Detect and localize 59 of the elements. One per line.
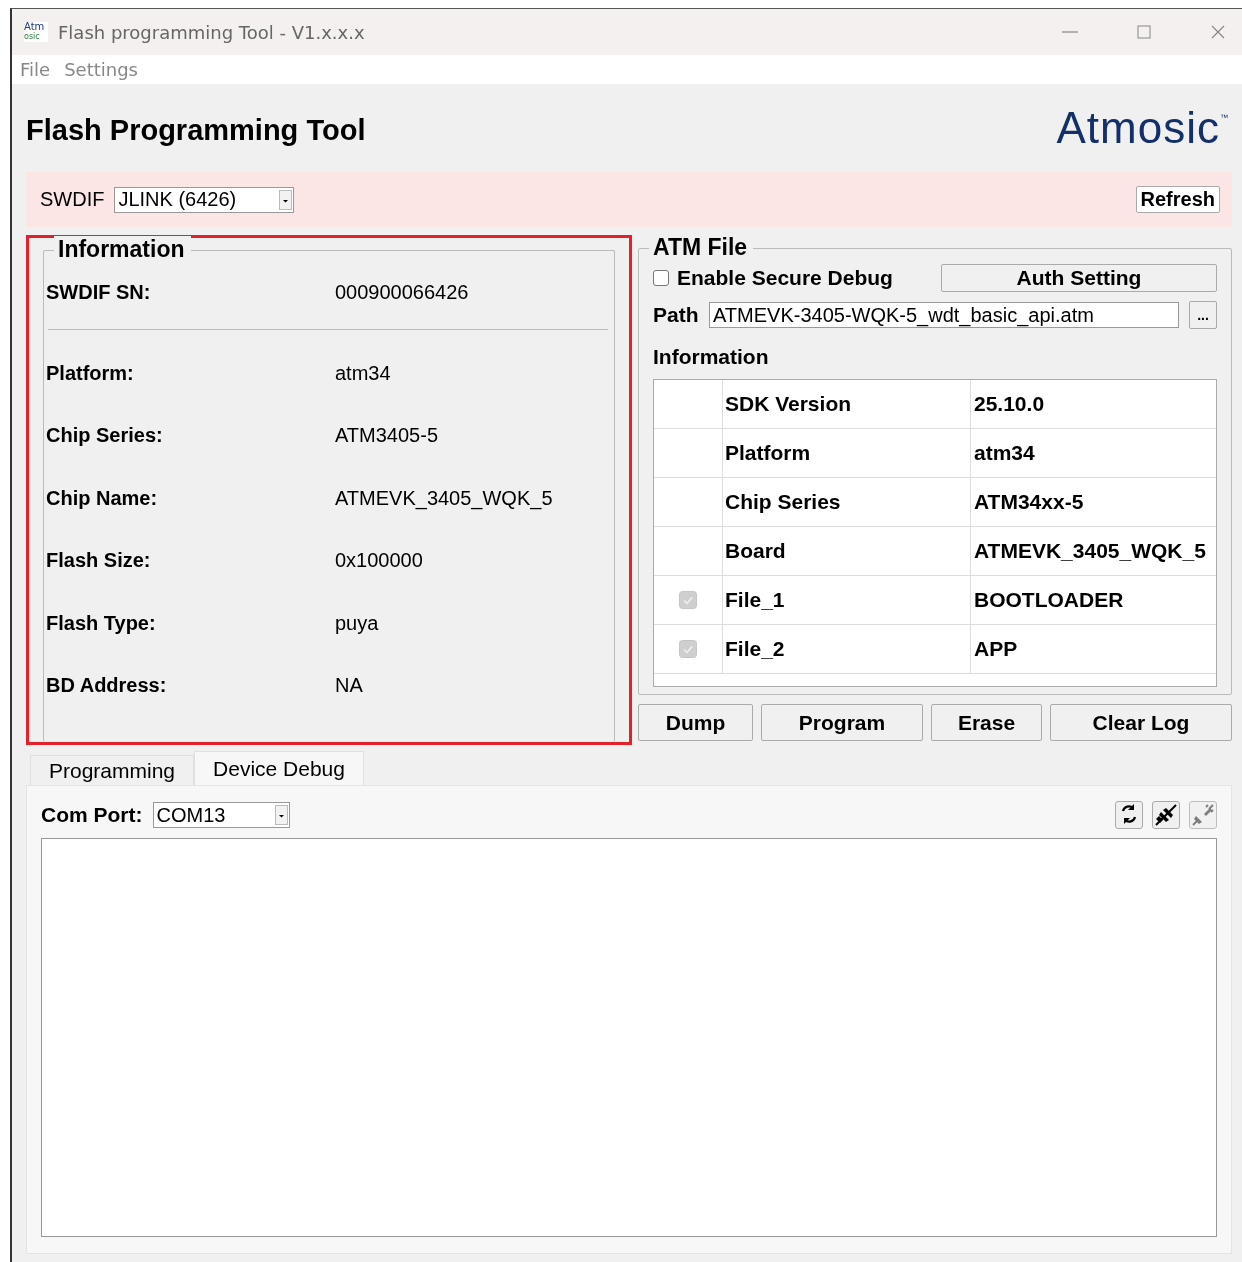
action-button[interactable]: Clear Log (1050, 704, 1232, 741)
field-label: Com Port: (41, 803, 143, 827)
plug-connected-icon (1153, 802, 1179, 828)
toolbar-button[interactable] (1115, 801, 1143, 829)
auth-setting-button[interactable]: Auth Setting (941, 264, 1217, 292)
close-icon (1210, 24, 1226, 40)
interface-dropdown[interactable]: JLINK (6426) (114, 186, 295, 213)
action-button[interactable]: Erase (931, 704, 1042, 741)
field-label: Platform: (46, 361, 135, 385)
table-cell-text: atm34 (973, 440, 1036, 466)
field-value: 0x100000 (335, 549, 423, 573)
table-cell-text: ATM34xx-5 (973, 489, 1085, 515)
action-button[interactable]: Dump (638, 704, 753, 741)
field-value: puya (335, 611, 379, 635)
browse-button[interactable]: ... (1189, 301, 1217, 329)
table-cell-text: BOOTLOADER (973, 587, 1125, 613)
app-logo: Atm osic (24, 22, 48, 42)
plug-disconnected-icon (1190, 802, 1216, 828)
com-port-dropdown[interactable]: COM13 (152, 802, 290, 828)
trademark: ™ (1220, 113, 1228, 122)
table-cell: Chip Series (723, 478, 971, 526)
maximize-icon (1136, 24, 1152, 40)
brand-logo: Atmosic (1056, 103, 1220, 153)
table-cell-text: 25.10.0 (973, 391, 1046, 417)
checkbox[interactable] (679, 591, 697, 609)
action-button[interactable]: Program (761, 704, 923, 741)
table-cell: File_2 (723, 625, 971, 673)
field-label: Flash Type: (46, 611, 157, 635)
window-title: Flash programming Tool - V1.x.x.x (58, 21, 365, 43)
minimize-icon (1062, 31, 1078, 33)
field-label: SWDIF SN: (46, 281, 152, 304)
secure-debug-checkbox[interactable]: Enable Secure Debug (653, 266, 941, 290)
table-cell: Platform (723, 429, 971, 477)
field-label: SWDIF (40, 188, 105, 211)
field-label: Flash Size: (46, 549, 152, 573)
path-field[interactable]: ATMEVK-3405-WQK-5_wdt_basic_api.atm (709, 302, 1179, 328)
field-label: Chip Name: (46, 486, 159, 510)
table-cell: SDK Version (723, 380, 971, 428)
tab[interactable]: Programming (30, 755, 195, 785)
field-label: Chip Series: (46, 424, 164, 448)
tab[interactable]: Device Debug (194, 751, 364, 785)
field-label: Path (653, 303, 700, 327)
checkbox[interactable] (679, 640, 697, 658)
menu-item[interactable]: Settings (64, 59, 138, 80)
app-title: Flash Programming Tool (26, 113, 366, 147)
field-value: 000900066426 (335, 281, 469, 304)
field-value: NA (335, 674, 363, 698)
menu-item[interactable]: File (20, 59, 51, 80)
table-cell: Board (723, 527, 971, 575)
field-value: ATMEVK_3405_WQK_5 (335, 486, 553, 510)
table-cell-text: APP (973, 636, 1019, 662)
table-cell: File_1 (723, 576, 971, 624)
field-value: ATM3405-5 (335, 424, 438, 448)
refresh-button[interactable]: Refresh (1135, 186, 1220, 213)
toolbar-button[interactable] (1152, 801, 1180, 829)
field-value: atm34 (335, 361, 391, 385)
section-label: Information (653, 345, 770, 369)
field-label: BD Address: (46, 674, 168, 698)
table-cell-text: ATMEVK_3405_WQK_5 (973, 538, 1207, 564)
